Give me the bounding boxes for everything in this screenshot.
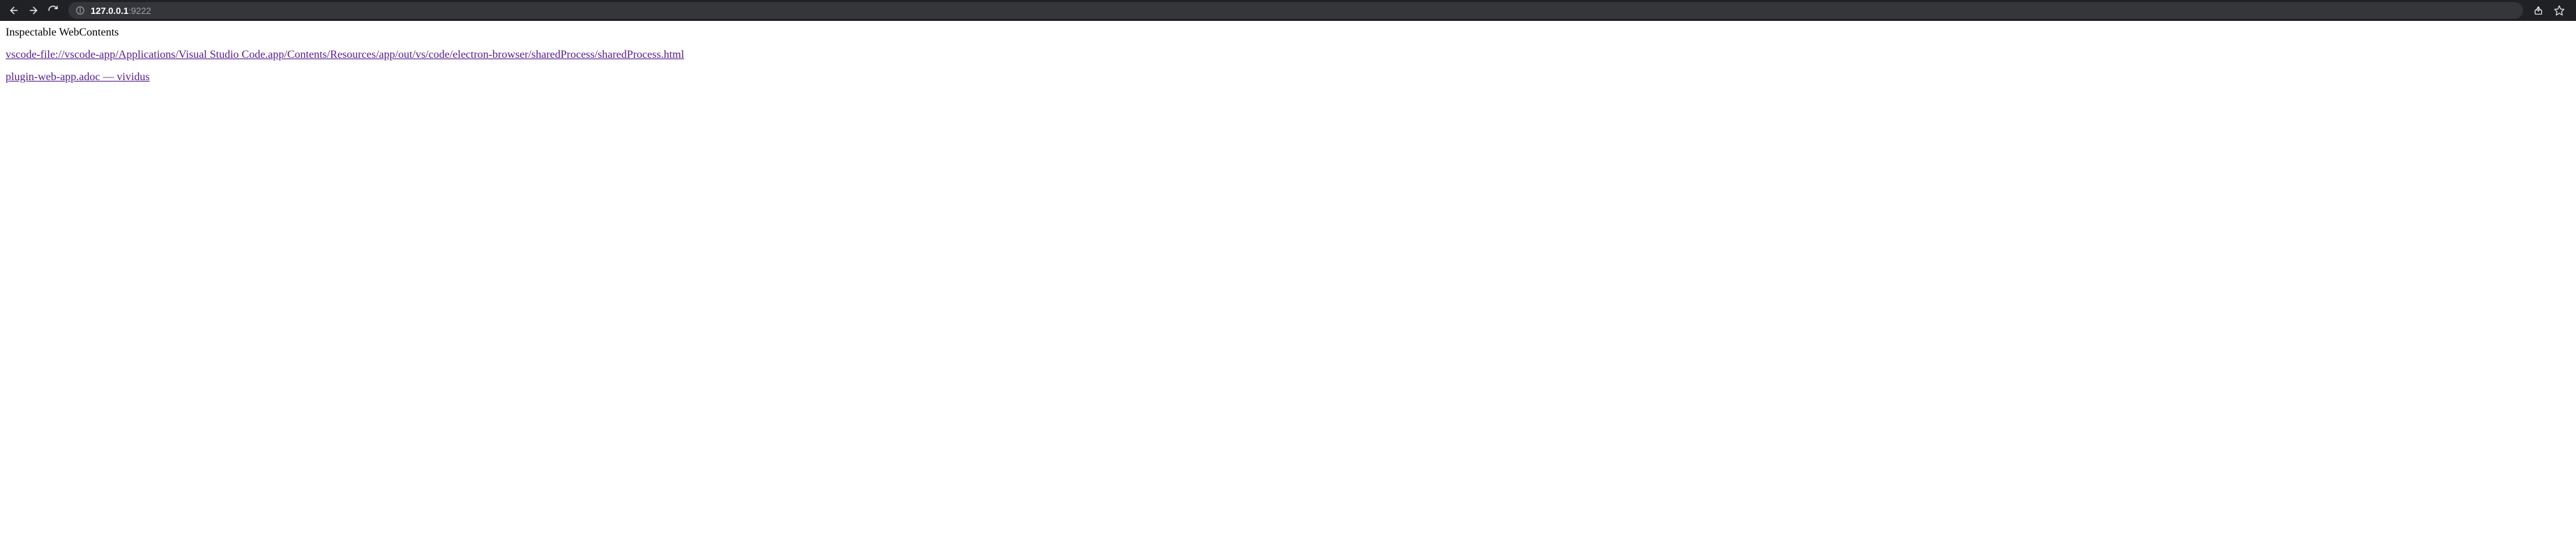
url-port: :9222 [128,6,151,16]
share-icon [2533,5,2544,16]
back-button[interactable] [6,2,22,19]
inspectable-link[interactable]: plugin-web-app.adoc — vividus [6,71,150,84]
url-host: 127.0.0.1 [91,6,128,16]
share-button[interactable] [2530,2,2547,19]
star-icon [2554,5,2565,16]
reload-icon [47,5,59,16]
info-icon [75,6,85,15]
site-info-icon[interactable] [75,6,85,15]
inspectable-link[interactable]: vscode-file://vscode-app/Applications/Vi… [6,49,684,61]
page-content: Inspectable WebContents vscode-file://vs… [0,21,2576,99]
browser-toolbar: 127.0.0.1 :9222 [0,0,2576,21]
forward-button[interactable] [25,2,42,19]
url-text: 127.0.0.1 :9222 [91,6,151,16]
reload-button[interactable] [45,2,61,19]
toolbar-right [2530,2,2568,19]
page-heading: Inspectable WebContents [6,26,2570,39]
bookmark-button[interactable] [2551,2,2568,19]
address-bar[interactable]: 127.0.0.1 :9222 [68,2,2523,19]
arrow-right-icon [28,5,39,16]
arrow-left-icon [8,5,20,16]
